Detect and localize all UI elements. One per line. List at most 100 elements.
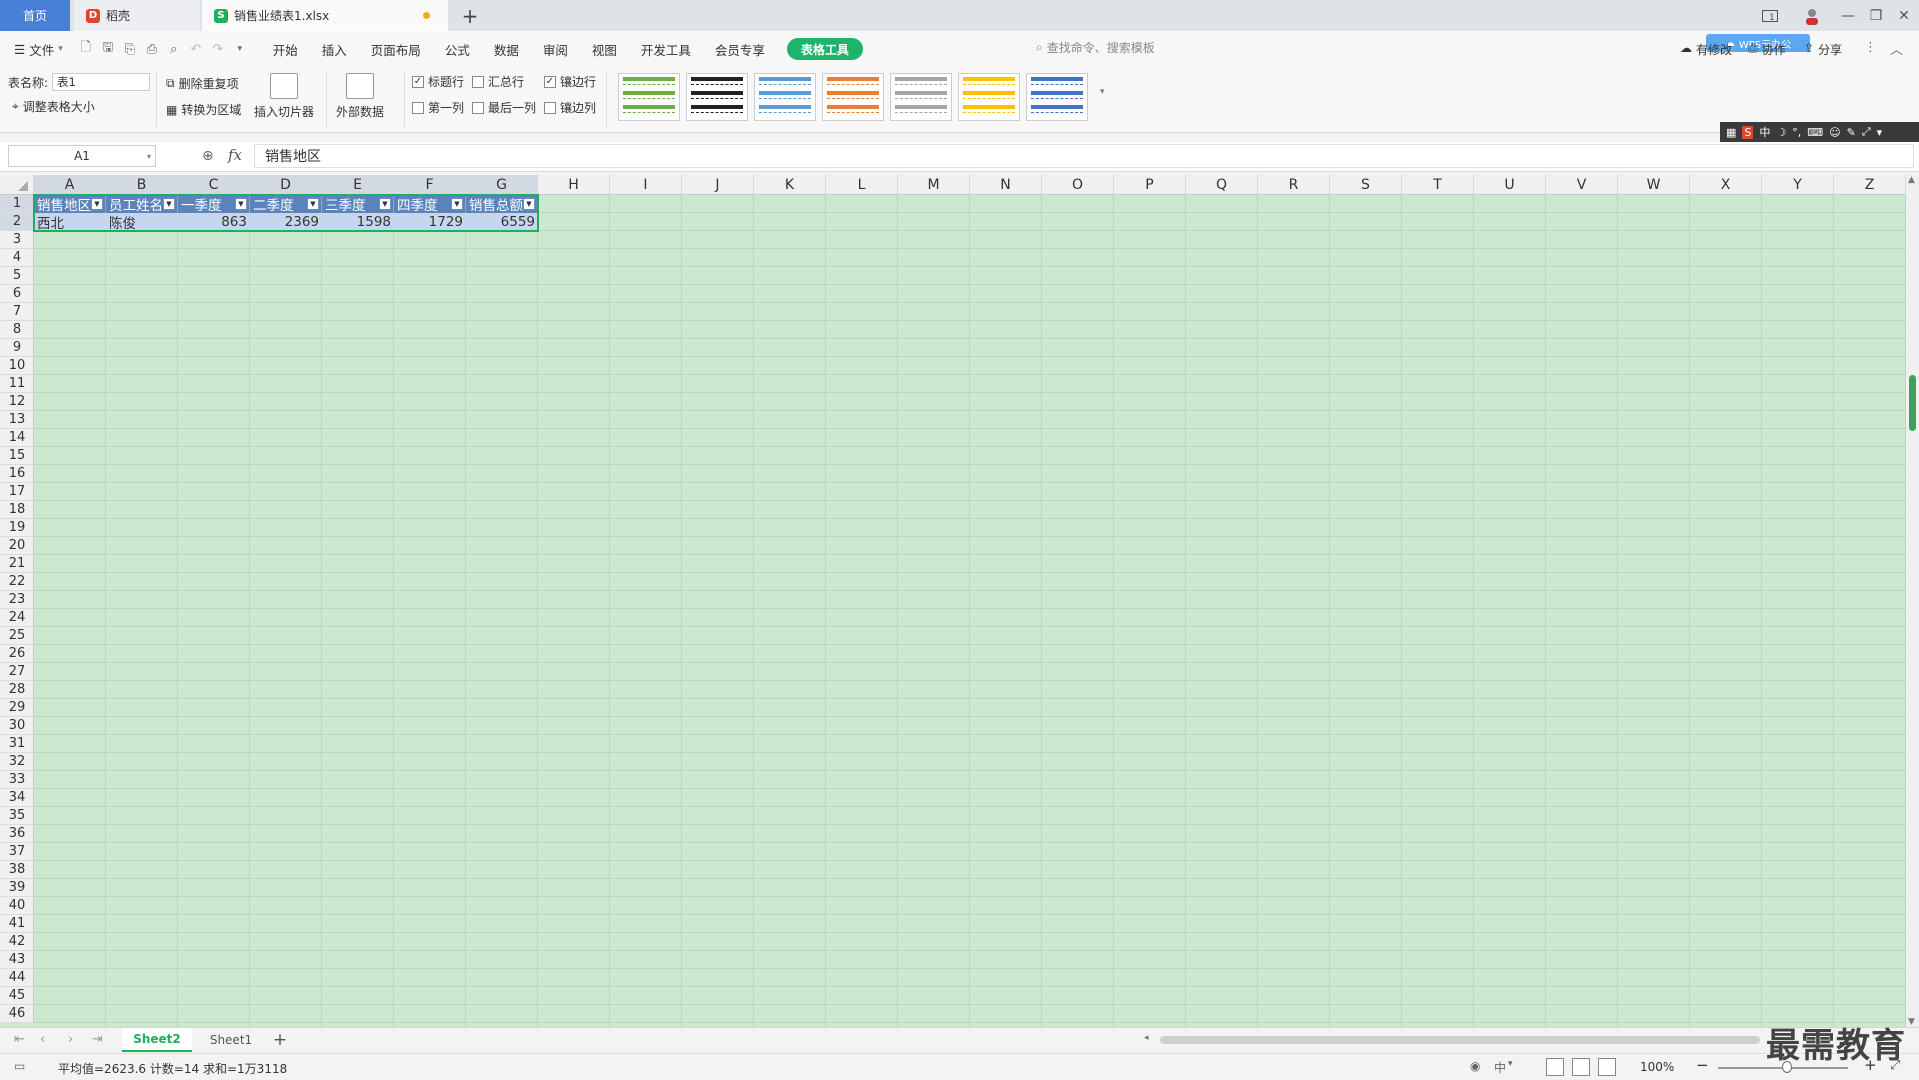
tab-page-layout[interactable]: 页面布局 [359, 31, 433, 67]
row-header-21[interactable]: 21 [0, 555, 34, 573]
row-header-7[interactable]: 7 [0, 303, 34, 321]
option-banded-columns[interactable]: 镶边列 [544, 99, 596, 116]
option-last-column[interactable]: 最后一列 [472, 99, 536, 116]
redo-icon[interactable]: ↷ [207, 38, 229, 60]
row-header-15[interactable]: 15 [0, 447, 34, 465]
checkbox-last-column[interactable] [472, 101, 484, 114]
row-header-35[interactable]: 35 [0, 807, 34, 825]
column-header-r[interactable]: R [1258, 175, 1330, 195]
tab-daoke[interactable]: D 稻壳 [74, 0, 200, 31]
row-header-33[interactable]: 33 [0, 771, 34, 789]
row-header-14[interactable]: 14 [0, 429, 34, 447]
new-tab-button[interactable]: + [458, 0, 482, 31]
row-header-36[interactable]: 36 [0, 825, 34, 843]
input-mode[interactable]: 中 ▾ [1494, 1059, 1513, 1076]
row-header-23[interactable]: 23 [0, 591, 34, 609]
tab-home[interactable]: 首页 [0, 0, 70, 31]
quick-access-dropdown-icon[interactable]: ▾ [229, 38, 251, 60]
file-menu[interactable]: ☰ 文件 ▾ [0, 31, 75, 67]
vertical-scroll-thumb[interactable] [1909, 375, 1916, 431]
gallery-more-icon[interactable]: ▾ [1100, 87, 1105, 97]
ime-dropdown-icon[interactable]: ▾ [1877, 126, 1883, 139]
command-search[interactable]: ⌕ 查找命令、搜索模板 [1036, 39, 1155, 56]
sheet-tab-sheet1[interactable]: Sheet1 [196, 1028, 266, 1052]
first-sheet-icon[interactable]: ⇤ [14, 1032, 25, 1047]
table-style-yellow[interactable] [958, 73, 1020, 121]
wrench-icon[interactable]: ✎ [1847, 126, 1856, 139]
minimize-icon[interactable]: — [1834, 0, 1862, 31]
column-header-j[interactable]: J [682, 175, 754, 195]
column-header-f[interactable]: F [394, 175, 466, 195]
tab-membership[interactable]: 会员专享 [703, 31, 777, 67]
table-style-black[interactable] [686, 73, 748, 121]
column-header-u[interactable]: U [1474, 175, 1546, 195]
sogou-icon[interactable]: S [1742, 125, 1754, 139]
row-header-19[interactable]: 19 [0, 519, 34, 537]
checkbox-first-column[interactable] [412, 101, 424, 114]
table-style-green[interactable] [618, 73, 680, 121]
fx-icon[interactable]: fx [228, 146, 242, 164]
print-preview-icon[interactable]: ⌕ [163, 38, 185, 60]
table-style-blue[interactable] [754, 73, 816, 121]
column-header-c[interactable]: C [178, 175, 250, 195]
share-button[interactable]: ⇪ 分享 [1804, 41, 1842, 58]
prev-sheet-icon[interactable]: ‹ [40, 1032, 45, 1047]
zoom-out-icon[interactable]: − [1696, 1056, 1709, 1074]
column-header-o[interactable]: O [1042, 175, 1114, 195]
row-header-1[interactable]: 1 [0, 195, 34, 213]
macro-record-icon[interactable]: ▭ [14, 1059, 25, 1073]
row-header-18[interactable]: 18 [0, 501, 34, 519]
convert-to-range-button[interactable]: ▦ 转换为区域 [166, 101, 241, 118]
format-painter-icon[interactable]: ⎘ [119, 38, 141, 60]
column-header-y[interactable]: Y [1762, 175, 1834, 195]
tab-document[interactable]: S 销售业绩表1.xlsx [202, 0, 448, 31]
row-header-22[interactable]: 22 [0, 573, 34, 591]
checkbox-banded-columns[interactable] [544, 101, 556, 114]
row-header-39[interactable]: 39 [0, 879, 34, 897]
column-header-e[interactable]: E [322, 175, 394, 195]
punctuation-icon[interactable]: °, [1792, 126, 1801, 139]
row-header-38[interactable]: 38 [0, 861, 34, 879]
next-sheet-icon[interactable]: › [68, 1032, 73, 1047]
option-banded-rows[interactable]: ✓ 镶边行 [544, 73, 596, 90]
undo-icon[interactable]: ↶ [185, 38, 207, 60]
user-icon[interactable]: ☺ [1829, 126, 1840, 139]
column-header-p[interactable]: P [1114, 175, 1186, 195]
column-header-b[interactable]: B [106, 175, 178, 195]
row-header-45[interactable]: 45 [0, 987, 34, 1005]
user-avatar[interactable] [1798, 0, 1826, 31]
tab-review[interactable]: 审阅 [531, 31, 580, 67]
column-header-k[interactable]: K [754, 175, 826, 195]
column-header-x[interactable]: X [1690, 175, 1762, 195]
restore-icon[interactable]: ❐ [1862, 0, 1890, 31]
horizontal-scroll-thumb[interactable] [1160, 1036, 1760, 1044]
column-header-z[interactable]: Z [1834, 175, 1906, 195]
option-total-row[interactable]: 汇总行 [472, 73, 524, 90]
horizontal-scrollbar[interactable]: ◂ [1126, 1033, 1766, 1046]
row-header-31[interactable]: 31 [0, 735, 34, 753]
column-header-n[interactable]: N [970, 175, 1042, 195]
remove-duplicates-button[interactable]: ⧉ 删除重复项 [166, 75, 239, 92]
row-header-41[interactable]: 41 [0, 915, 34, 933]
column-header-h[interactable]: H [538, 175, 610, 195]
column-header-t[interactable]: T [1402, 175, 1474, 195]
row-header-5[interactable]: 5 [0, 267, 34, 285]
column-header-v[interactable]: V [1546, 175, 1618, 195]
row-header-12[interactable]: 12 [0, 393, 34, 411]
column-header-g[interactable]: G [466, 175, 538, 195]
column-header-d[interactable]: D [250, 175, 322, 195]
column-header-s[interactable]: S [1330, 175, 1402, 195]
row-header-9[interactable]: 9 [0, 339, 34, 357]
tab-table-tools[interactable]: 表格工具 [786, 38, 863, 60]
eye-protection-icon[interactable]: ◉ [1470, 1059, 1480, 1073]
column-header-i[interactable]: I [610, 175, 682, 195]
table-style-orange[interactable] [822, 73, 884, 121]
row-header-6[interactable]: 6 [0, 285, 34, 303]
expand-icon[interactable]: ⤢ [1862, 125, 1871, 139]
more-options-icon[interactable]: ⋮ [1864, 40, 1877, 55]
vertical-scrollbar[interactable]: ▲ ▼ [1906, 175, 1919, 1027]
zoom-formula-icon[interactable]: ⊕ [202, 148, 214, 164]
collapse-ribbon-icon[interactable]: ︿ [1890, 39, 1903, 58]
row-header-42[interactable]: 42 [0, 933, 34, 951]
checkbox-total-row[interactable] [472, 75, 484, 88]
